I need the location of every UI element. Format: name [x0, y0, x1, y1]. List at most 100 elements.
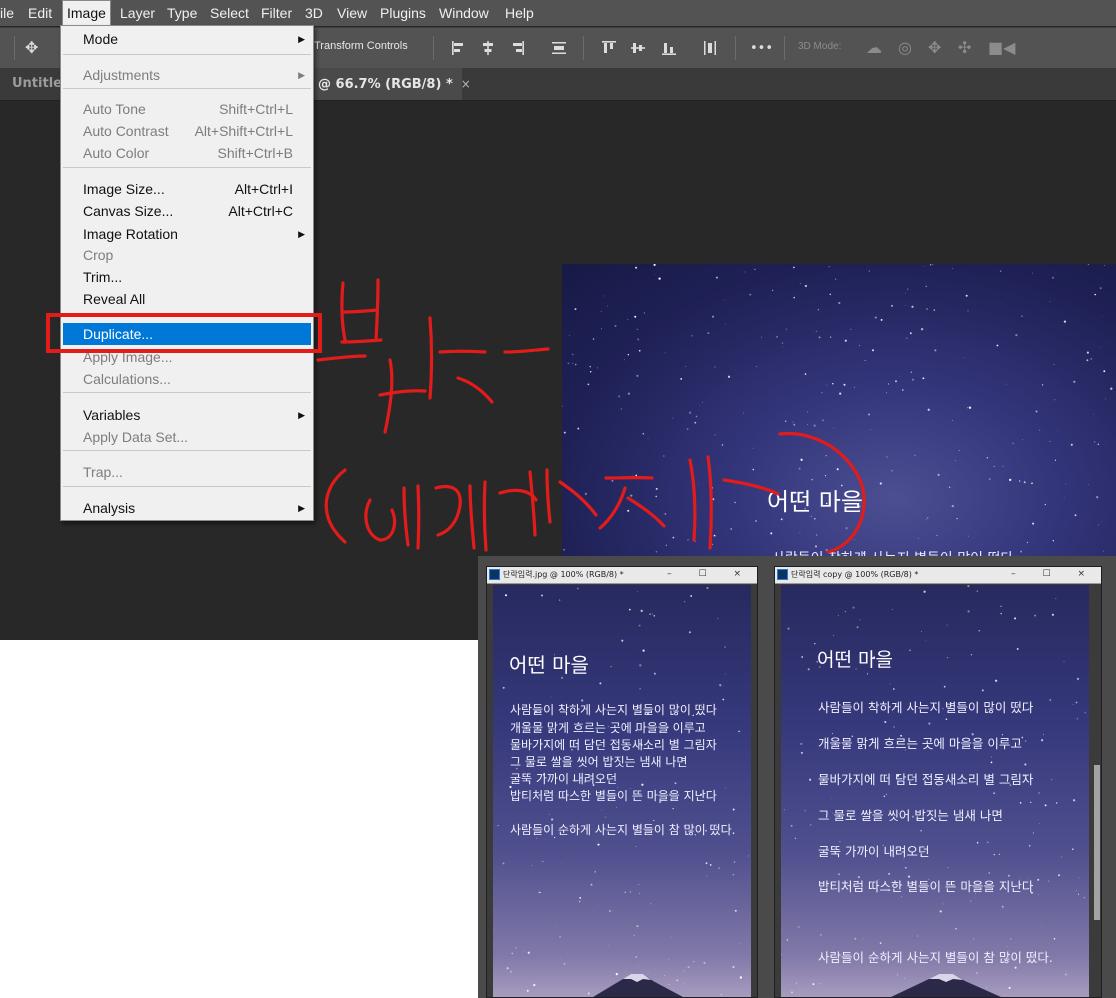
3d-scale-icon[interactable]: ■◀: [988, 38, 1015, 58]
window-controls[interactable]: – ☐ ×: [667, 567, 753, 583]
document-body-line: 그 물로 쌀을 씻어 밥짓는 냄새 나면: [818, 808, 1003, 823]
close-tab-icon[interactable]: ×: [461, 77, 471, 91]
document-image[interactable]: 어떤 마을 사람들이 착하게 사는지 별들이 많이 떴다 개울물 맑게 흐르는 …: [781, 585, 1089, 997]
menu-item-shortcut: Alt+Ctrl+I: [234, 181, 293, 197]
menu-image[interactable]: Image: [62, 0, 111, 26]
align-left-edges-icon[interactable]: [451, 40, 467, 56]
menu-bar: ile Edit Image Layer Type Select Filter …: [0, 0, 1116, 26]
tab-active-document[interactable]: @ 66.7% (RGB/8) * ×: [312, 68, 471, 100]
menu-item-label: Image Size...: [83, 181, 165, 197]
menu-layer[interactable]: Layer: [120, 0, 155, 26]
menu-item-apply-data-set[interactable]: Apply Data Set...: [61, 426, 313, 448]
document-body-line: 사람들이 순하게 사는지 별들이 참 많이 떴다.: [510, 823, 736, 837]
menu-item-label: Auto Color: [83, 145, 150, 161]
document-heading-text: 어떤 마을: [817, 649, 893, 671]
floating-documents-area: 단락입력.jpg @ 100% (RGB/8) * – ☐ × 어떤 마을 사람…: [478, 556, 1116, 998]
document-body-line: 개울물 맑게 흐르는 곳에 마을을 이루고: [510, 721, 706, 735]
menu-type[interactable]: Type: [167, 0, 197, 26]
menu-separator: [63, 54, 311, 55]
submenu-arrow-icon: ▶: [298, 503, 305, 513]
menu-item-calculations[interactable]: Calculations...: [61, 368, 313, 390]
menu-item-label: Trim...: [83, 269, 123, 285]
menu-item-adjustments[interactable]: Adjustments ▶: [61, 64, 313, 86]
submenu-arrow-icon: ▶: [298, 410, 305, 420]
tab-active-label: @ 66.7% (RGB/8) *: [318, 77, 453, 92]
menu-edit[interactable]: Edit: [28, 0, 52, 26]
menu-filter[interactable]: Filter: [261, 0, 292, 26]
align-horizontal-centers-icon[interactable]: [480, 40, 496, 56]
document-body-line: 사람들이 착하게 사는지 별들이 많이 떴다: [510, 703, 717, 717]
menu-item-reveal-all[interactable]: Reveal All: [61, 288, 313, 310]
menu-item-analysis[interactable]: Analysis ▶: [61, 497, 313, 519]
distribute-vertical-icon[interactable]: [551, 40, 567, 56]
document-body-line: 사람들이 착하게 사는지 별들이 많이 떴다: [818, 700, 1034, 715]
photoshop-icon: [489, 569, 500, 580]
document-body-line: 물바가지에 떠 담던 접동새소리 별 그림자: [818, 772, 1034, 787]
menu-item-variables[interactable]: Variables ▶: [61, 404, 313, 426]
vertical-scrollbar[interactable]: [1093, 585, 1101, 997]
document-window-copy[interactable]: 단락입력 copy @ 100% (RGB/8) * – ☐ × 어떤 마을 사…: [774, 566, 1102, 998]
align-bottom-edges-icon[interactable]: [661, 40, 677, 56]
canvas-heading-text: 어떤 마을: [767, 488, 863, 516]
mountain-silhouette: [593, 974, 683, 997]
align-vertical-centers-icon[interactable]: [630, 40, 646, 56]
menu-separator: [63, 486, 311, 487]
options-separator: [583, 36, 584, 60]
menu-item-auto-contrast[interactable]: Auto Contrast Alt+Shift+Ctrl+L: [61, 120, 313, 142]
move-tool-icon[interactable]: ✥: [25, 38, 38, 58]
menu-item-image-size[interactable]: Image Size... Alt+Ctrl+I: [61, 178, 313, 200]
photoshop-icon: [777, 569, 788, 580]
menu-item-label: Apply Data Set...: [83, 429, 189, 445]
menu-select[interactable]: Select: [210, 0, 249, 26]
menu-item-shortcut: Alt+Ctrl+C: [228, 203, 293, 219]
menu-item-crop[interactable]: Crop: [61, 244, 313, 266]
document-image[interactable]: 어떤 마을 사람들이 착하게 사는지 별들이 많이 떴다 개울물 맑게 흐르는 …: [493, 585, 751, 997]
menu-item-label: Auto Tone: [83, 101, 146, 117]
show-transform-controls-label[interactable]: Transform Controls: [314, 40, 408, 52]
menu-item-trap[interactable]: Trap...: [61, 461, 313, 483]
menu-3d[interactable]: 3D: [305, 0, 323, 26]
window-controls[interactable]: – ☐ ×: [1011, 567, 1097, 583]
menu-file[interactable]: ile: [0, 0, 14, 26]
menu-plugins[interactable]: Plugins: [380, 0, 426, 26]
menu-item-mode[interactable]: Mode ▶: [61, 28, 313, 50]
menu-item-label: Adjustments: [83, 67, 161, 83]
submenu-arrow-icon: ▶: [298, 70, 305, 80]
options-separator: [14, 36, 15, 60]
document-body-line: 밥티처럼 따스한 별들이 뜬 마을을 지난다: [510, 789, 717, 803]
3d-mode-label: 3D Mode:: [798, 41, 842, 52]
3d-roll-icon[interactable]: ◎: [898, 38, 912, 58]
align-top-edges-icon[interactable]: [601, 40, 617, 56]
menu-item-canvas-size[interactable]: Canvas Size... Alt+Ctrl+C: [61, 200, 313, 222]
scrollbar-thumb[interactable]: [1094, 765, 1100, 920]
menu-item-label: Image Rotation: [83, 226, 178, 242]
3d-slide-icon[interactable]: ✣: [958, 38, 971, 58]
3d-pan-icon[interactable]: ✥: [928, 38, 941, 58]
image-dropdown-menu: Mode ▶ Adjustments ▶ Auto Tone Shift+Ctrl+L Au…: [60, 25, 314, 521]
more-options-icon[interactable]: •••: [750, 39, 773, 59]
options-separator: [433, 36, 434, 60]
menu-separator: [63, 88, 311, 89]
menu-item-label: Auto Contrast: [83, 123, 169, 139]
menu-view[interactable]: View: [337, 0, 367, 26]
menu-item-image-rotation[interactable]: Image Rotation ▶: [61, 223, 313, 245]
menu-item-shortcut: Alt+Shift+Ctrl+L: [194, 123, 293, 139]
document-canvas[interactable]: 어떤 마을 사람들이 착하게 사는지 별들이 많이 떴다: [562, 264, 1116, 556]
distribute-horizontal-icon[interactable]: [702, 40, 718, 56]
menu-window[interactable]: Window: [439, 0, 489, 26]
document-window-original[interactable]: 단락입력.jpg @ 100% (RGB/8) * – ☐ × 어떤 마을 사람…: [486, 566, 758, 998]
menu-help[interactable]: Help: [505, 0, 534, 26]
menu-item-label: Crop: [83, 247, 114, 263]
align-right-edges-icon[interactable]: [509, 40, 525, 56]
menu-item-auto-tone[interactable]: Auto Tone Shift+Ctrl+L: [61, 98, 313, 120]
menu-item-auto-color[interactable]: Auto Color Shift+Ctrl+B: [61, 142, 313, 164]
mountain-silhouette: [891, 974, 1001, 997]
menu-item-label: Variables: [83, 407, 141, 423]
menu-item-trim[interactable]: Trim...: [61, 266, 313, 288]
document-titlebar[interactable]: 단락입력.jpg @ 100% (RGB/8) * – ☐ ×: [487, 567, 757, 584]
document-body-line: 밥티처럼 따스한 별들이 뜬 마을을 지난다: [818, 879, 1034, 894]
tab-untitled[interactable]: Untitled: [0, 68, 62, 100]
3d-orbit-icon[interactable]: ☁: [866, 38, 882, 58]
document-titlebar[interactable]: 단락입력 copy @ 100% (RGB/8) * – ☐ ×: [775, 567, 1101, 584]
document-title: 단락입력 copy @ 100% (RGB/8) *: [791, 570, 919, 579]
